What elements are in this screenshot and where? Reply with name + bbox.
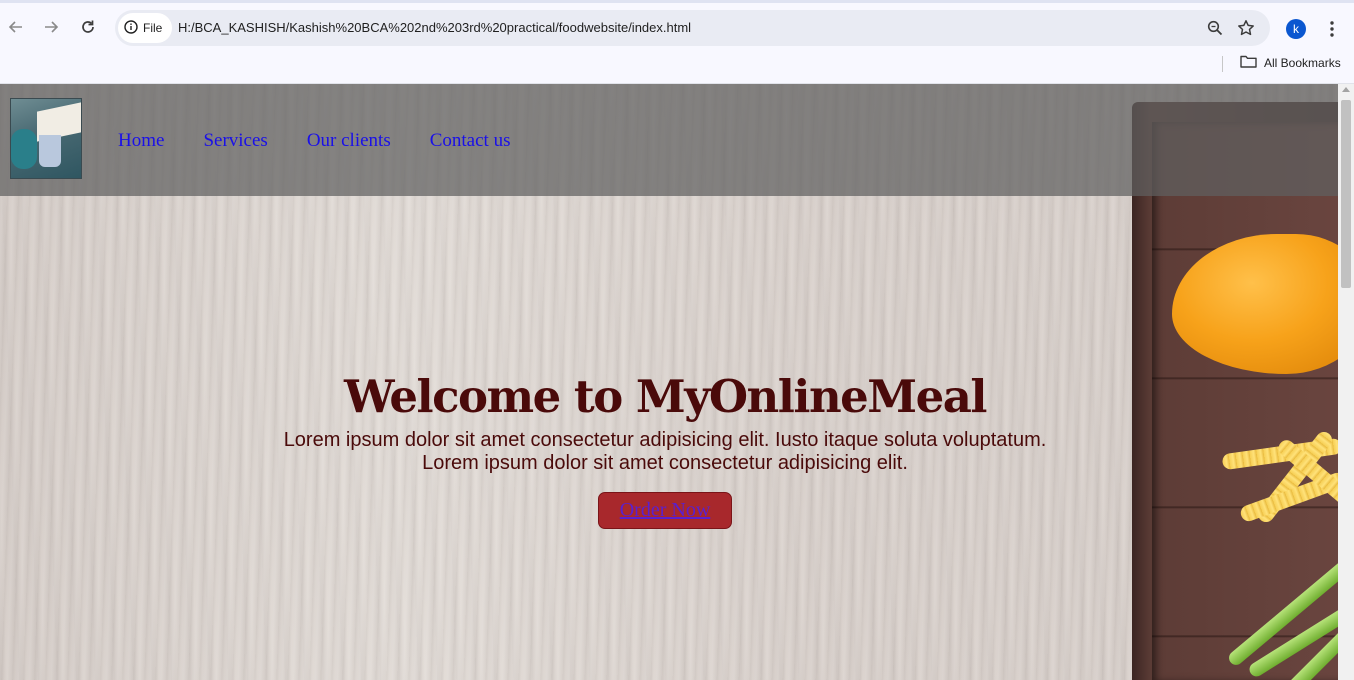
main-nav: Home Services Our clients Contact us (118, 130, 549, 152)
forward-icon[interactable] (40, 16, 62, 38)
site-info-chip[interactable]: File (118, 13, 172, 43)
nav-link-home[interactable]: Home (118, 130, 164, 152)
star-icon[interactable] (1236, 18, 1256, 38)
nav-link-services[interactable]: Services (203, 130, 267, 152)
logo-sleeve-shape (11, 129, 37, 169)
hero-section: Welcome to MyOnlineMeal Lorem ipsum dolo… (0, 374, 1330, 529)
zoom-icon[interactable] (1205, 18, 1225, 38)
site-chip-label: File (143, 21, 163, 35)
hero-text-line-1: Lorem ipsum dolor sit amet consectetur a… (283, 429, 1047, 451)
site-header: Home Services Our clients Contact us (0, 84, 1338, 196)
scrollbar-thumb[interactable] (1341, 100, 1351, 288)
page-viewport: Home Services Our clients Contact us Wel… (0, 84, 1338, 680)
folder-icon (1240, 54, 1257, 71)
info-icon (124, 19, 138, 37)
nav-link-contact-us[interactable]: Contact us (430, 130, 511, 152)
vertical-scrollbar[interactable] (1338, 84, 1354, 680)
kebab-menu-icon[interactable] (1324, 18, 1340, 40)
back-icon[interactable] (5, 16, 27, 38)
url-text[interactable]: H:/BCA_KASHISH/Kashish%20BCA%202nd%203rd… (178, 20, 691, 35)
all-bookmarks-label: All Bookmarks (1264, 55, 1341, 70)
hero-text-line-2: Lorem ipsum dolor sit amet consectetur a… (422, 452, 908, 474)
hero-title: Welcome to MyOnlineMeal (344, 370, 988, 423)
profile-avatar[interactable]: k (1286, 19, 1306, 39)
address-bar[interactable]: File H:/BCA_KASHISH/Kashish%20BCA%202nd%… (115, 10, 1270, 46)
logo-cup-shape (39, 135, 61, 167)
hero-text: Lorem ipsum dolor sit amet consectetur a… (270, 429, 1060, 475)
reload-icon[interactable] (77, 16, 99, 38)
site-logo[interactable] (10, 98, 82, 179)
scroll-up-arrow-icon[interactable] (1342, 87, 1350, 92)
order-now-button[interactable]: Order Now (598, 492, 732, 529)
bookmarks-bar: All Bookmarks (0, 52, 1354, 84)
all-bookmarks-button[interactable]: All Bookmarks (1240, 54, 1341, 71)
browser-toolbar: File H:/BCA_KASHISH/Kashish%20BCA%202nd%… (0, 0, 1354, 52)
bookmarks-separator (1222, 56, 1223, 72)
nav-link-our-clients[interactable]: Our clients (307, 130, 391, 152)
